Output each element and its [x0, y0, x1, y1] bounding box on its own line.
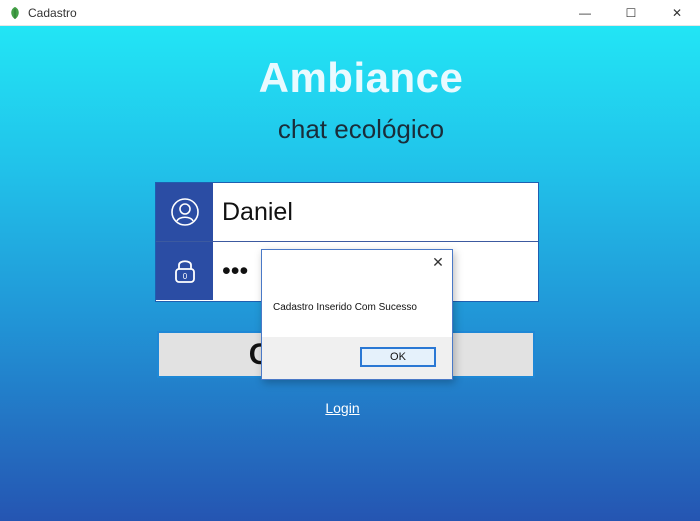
lock-icon: 0	[156, 242, 213, 300]
app-name: Ambiance	[258, 54, 464, 101]
ok-button[interactable]: OK	[360, 347, 436, 367]
app-subtitle: chat ecológico	[277, 114, 445, 144]
leaf-icon	[8, 6, 22, 20]
main-panel: Ambiance chat ecológico Daniel 0 ••• Log…	[0, 26, 700, 521]
svg-text:0: 0	[182, 272, 187, 281]
minimize-button[interactable]: —	[562, 0, 608, 25]
success-dialog: ✕ Cadastro Inserido Com Sucesso OK	[261, 249, 453, 380]
window-title: Cadastro	[28, 5, 77, 20]
username-input[interactable]: Daniel	[222, 183, 522, 241]
window-titlebar: Cadastro — ☐ ✕	[0, 0, 700, 26]
username-row: Daniel	[156, 183, 538, 242]
dialog-message: Cadastro Inserido Com Sucesso	[273, 302, 417, 313]
close-icon[interactable]: ✕	[430, 254, 446, 270]
user-icon	[156, 183, 213, 241]
login-link[interactable]: Login	[0, 400, 685, 416]
dialog-footer: OK	[262, 337, 452, 379]
maximize-button[interactable]: ☐	[608, 0, 654, 25]
close-window-button[interactable]: ✕	[654, 0, 700, 25]
